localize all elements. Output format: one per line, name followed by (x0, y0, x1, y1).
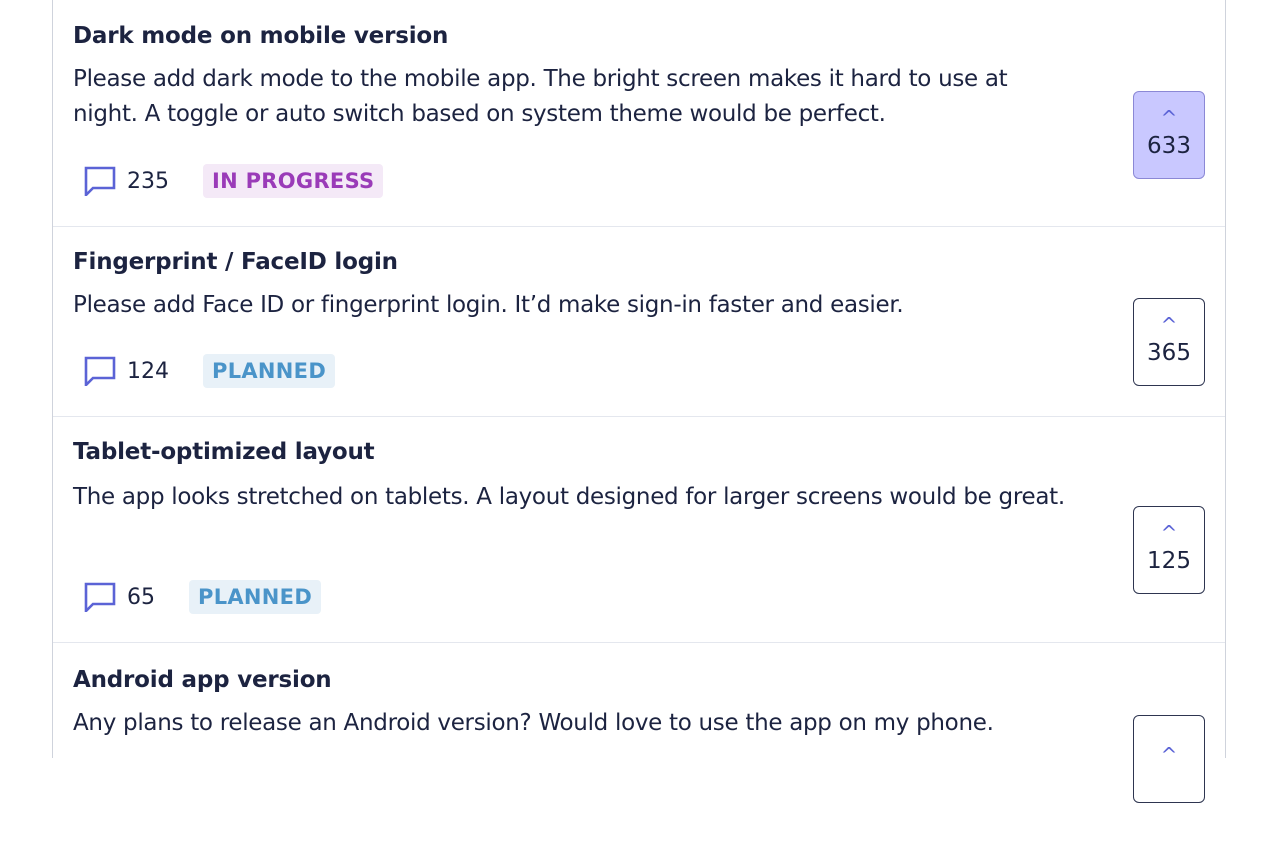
item-description: Please add Face ID or fingerprint login.… (73, 292, 904, 318)
status-badge: PLANNED (189, 580, 322, 614)
comment-icon[interactable] (83, 580, 117, 614)
comment-count[interactable]: 235 (127, 169, 169, 194)
item-title[interactable]: Tablet-optimized layout (73, 437, 375, 467)
list-item[interactable]: Dark mode on mobile version Please add d… (53, 0, 1225, 227)
item-meta: 235 IN PROGRESS (83, 164, 384, 198)
item-meta: 65 PLANNED (83, 580, 322, 614)
comment-icon[interactable] (83, 164, 117, 198)
vote-count: 365 (1147, 340, 1191, 366)
item-description: Any plans to release an Android version?… (73, 710, 994, 736)
status-badge: IN PROGRESS (203, 164, 384, 198)
vote-count: 125 (1147, 548, 1191, 574)
chevron-up-icon: ^ (1160, 743, 1178, 767)
feature-request-list: Dark mode on mobile version Please add d… (52, 0, 1226, 803)
list-item[interactable]: Tablet-optimized layout The app looks st… (53, 417, 1225, 643)
upvote-button[interactable]: ^ (1133, 715, 1205, 803)
vote-count: 633 (1147, 133, 1191, 159)
list-item[interactable]: Android app version Any plans to release… (53, 643, 1225, 843)
chevron-up-icon: ^ (1160, 521, 1178, 545)
item-title[interactable]: Dark mode on mobile version (73, 21, 448, 51)
upvote-button[interactable]: ^ 125 (1133, 506, 1205, 594)
item-title[interactable]: Fingerprint / FaceID login (73, 247, 398, 277)
upvote-button[interactable]: ^ 365 (1133, 298, 1205, 386)
item-title[interactable]: Android app version (73, 665, 332, 695)
comment-count[interactable]: 65 (127, 585, 155, 610)
list-item[interactable]: Fingerprint / FaceID login Please add Fa… (53, 227, 1225, 417)
status-badge: PLANNED (203, 354, 336, 388)
comment-count[interactable]: 124 (127, 359, 169, 384)
upvote-button[interactable]: ^ 633 (1133, 91, 1205, 179)
item-meta: 124 PLANNED (83, 354, 336, 388)
item-description: The app looks stretched on tablets. A la… (73, 484, 1065, 510)
item-description: Please add dark mode to the mobile app. … (73, 66, 1008, 127)
chevron-up-icon: ^ (1160, 106, 1178, 130)
comment-icon[interactable] (83, 354, 117, 388)
chevron-up-icon: ^ (1160, 313, 1178, 337)
